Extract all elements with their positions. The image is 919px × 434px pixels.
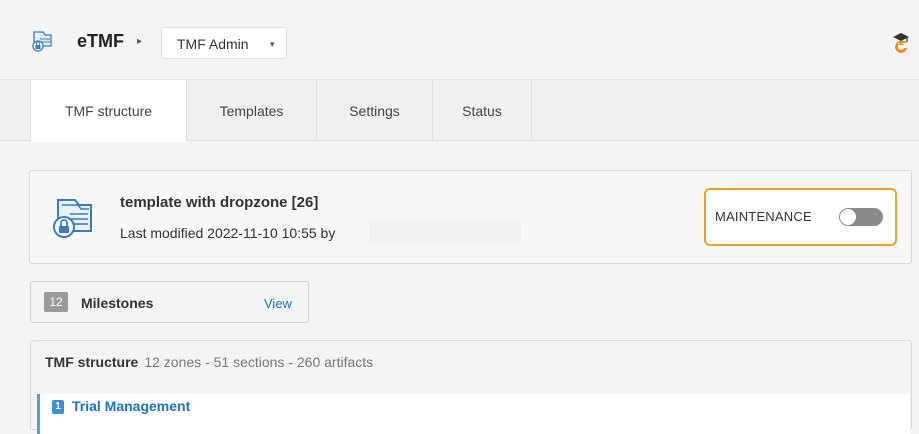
tab-bar: TMF structure Templates Settings Status xyxy=(0,79,919,142)
structure-title: TMF structure xyxy=(45,354,139,370)
tab-label: Status xyxy=(462,102,502,119)
folder-lock-icon xyxy=(32,31,52,52)
tab-tmf-structure[interactable]: TMF structure xyxy=(30,80,187,142)
tab-status[interactable]: Status xyxy=(433,80,532,141)
maintenance-label: MAINTENANCE xyxy=(715,209,812,224)
tab-settings[interactable]: Settings xyxy=(317,80,433,141)
brand-logo-icon[interactable] xyxy=(891,30,911,54)
tab-templates[interactable]: Templates xyxy=(187,80,317,141)
module-select[interactable]: TMF Admin ▾ xyxy=(161,27,287,59)
caret-right-icon: ▸ xyxy=(137,36,143,47)
redacted-user xyxy=(369,221,521,245)
template-last-modified: Last modified 2022-11-10 10:55 by xyxy=(120,225,336,241)
milestones-view-link[interactable]: View xyxy=(264,296,292,311)
app-title[interactable]: eTMF xyxy=(77,31,124,52)
milestones-count-badge: 12 xyxy=(44,292,68,312)
tab-label: Settings xyxy=(349,102,400,119)
module-select-value: TMF Admin xyxy=(177,36,249,52)
template-card: template with dropzone [26] Last modifie… xyxy=(29,170,912,264)
milestones-box: 12 Milestones View xyxy=(30,281,309,323)
top-bar: eTMF ▸ TMF Admin ▾ xyxy=(0,0,919,80)
maintenance-panel: MAINTENANCE xyxy=(704,188,897,246)
zone-row[interactable]: 1 Trial Management xyxy=(37,394,910,434)
zone-name[interactable]: Trial Management xyxy=(72,398,190,414)
zone-number-badge: 1 xyxy=(52,400,64,414)
structure-header: TMF structure 12 zones - 51 sections - 26… xyxy=(45,354,373,370)
toggle-knob xyxy=(840,209,856,225)
tab-label: Templates xyxy=(219,102,284,119)
tab-label: TMF structure xyxy=(64,103,153,119)
structure-summary: 12 zones - 51 sections - 260 artifacts xyxy=(144,354,374,370)
maintenance-toggle[interactable] xyxy=(839,208,883,226)
template-name: template with dropzone [26] xyxy=(120,194,319,211)
milestones-label: Milestones xyxy=(81,295,154,311)
template-lock-icon xyxy=(53,199,92,238)
chevron-down-icon: ▾ xyxy=(270,39,275,49)
tmf-structure-panel: TMF structure 12 zones - 51 sections - 26… xyxy=(30,340,912,434)
